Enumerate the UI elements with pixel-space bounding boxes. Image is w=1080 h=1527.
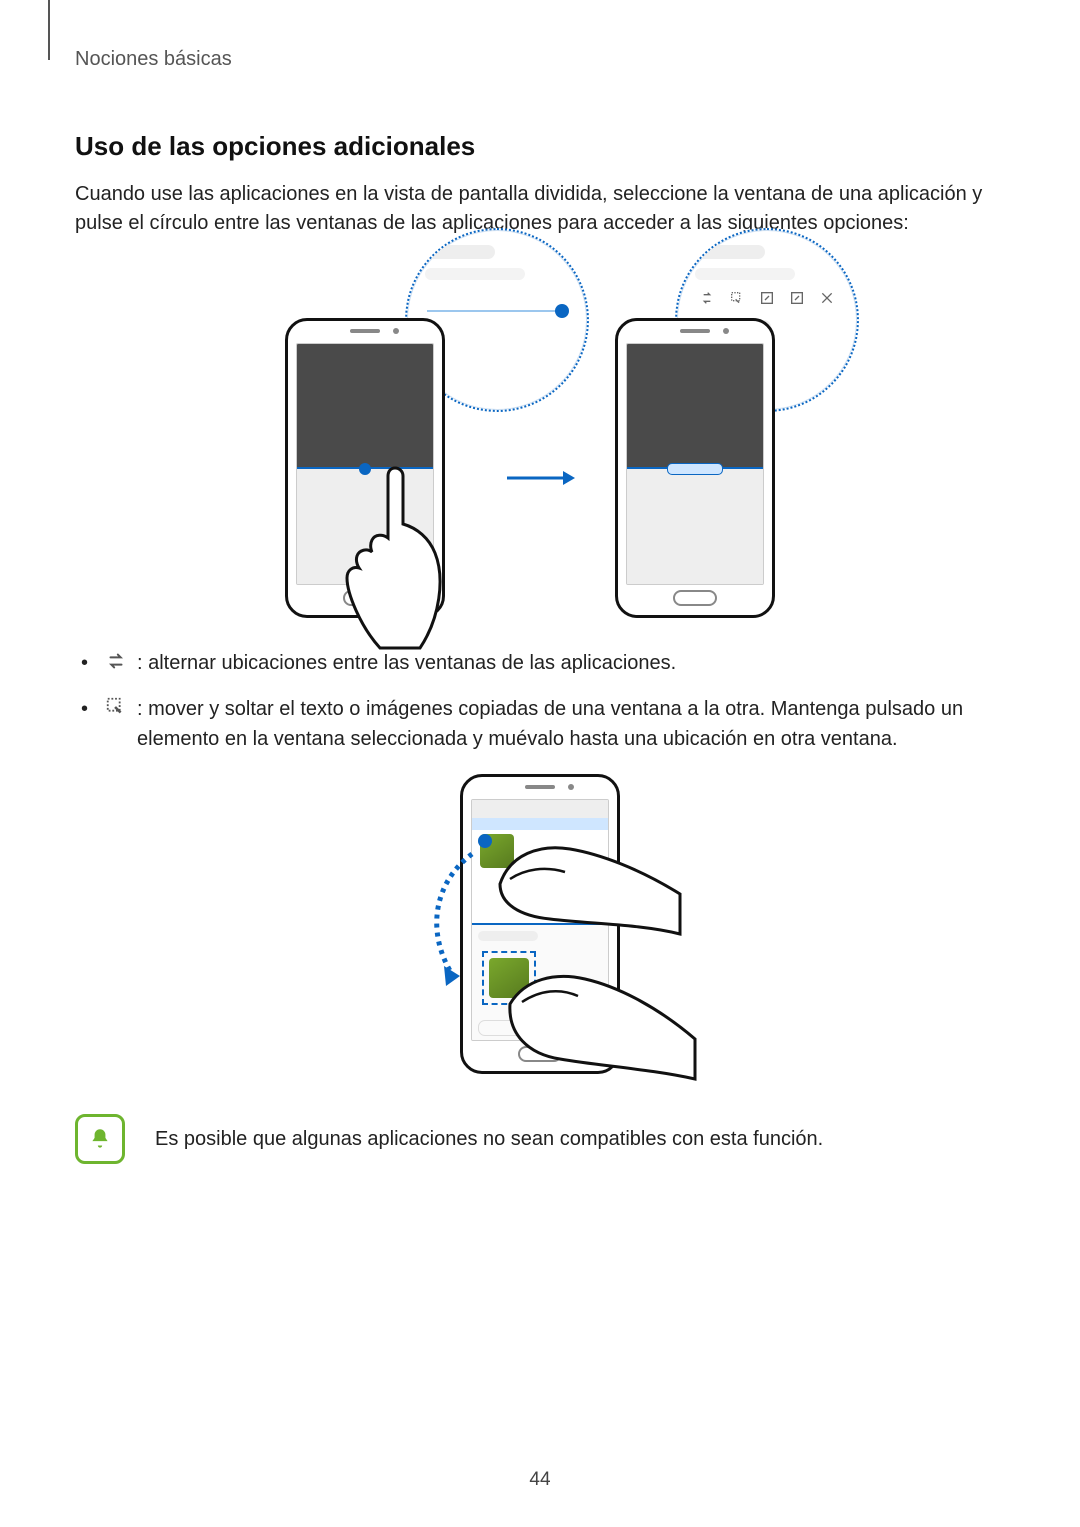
header-rule [48, 0, 50, 60]
note-bell-icon [75, 1114, 125, 1164]
close-icon [819, 290, 835, 306]
phone-after [615, 318, 775, 618]
figure-split-options [75, 258, 1005, 618]
options-list: : alternar ubicaciones entre las ventana… [75, 648, 1005, 754]
page-number: 44 [0, 1469, 1080, 1491]
list-item-text: : mover y soltar el texto o imágenes cop… [137, 698, 963, 750]
note-block: Es posible que algunas aplicaciones no s… [75, 1114, 1005, 1164]
split-toolbar [692, 290, 842, 306]
minimize-icon [759, 290, 775, 306]
list-item: : mover y soltar el texto o imágenes cop… [75, 694, 1005, 754]
figure-drag-drop [75, 774, 1005, 1074]
phone-after-wrap [615, 258, 795, 618]
drag-copy-icon [729, 290, 745, 306]
manual-page: Nociones básicas Uso de las opciones adi… [0, 0, 1080, 1527]
hand-hold-icon [490, 824, 690, 944]
drag-copy-icon [105, 696, 127, 718]
phone-before-wrap [285, 258, 465, 618]
arrow-right-icon [505, 468, 575, 488]
list-item-text: : alternar ubicaciones entre las ventana… [137, 652, 676, 674]
maximize-icon [789, 290, 805, 306]
swap-icon [699, 290, 715, 306]
swap-icon [105, 650, 127, 672]
breadcrumb: Nociones básicas [75, 48, 1005, 71]
hand-drop-icon [500, 954, 700, 1084]
list-item: : alternar ubicaciones entre las ventana… [75, 648, 1005, 678]
drag-path-arrow-icon [422, 844, 492, 994]
hand-tap-icon [325, 458, 465, 678]
note-text: Es posible que algunas aplicaciones no s… [155, 1128, 823, 1151]
intro-paragraph: Cuando use las aplicaciones en la vista … [75, 180, 1005, 238]
section-heading: Uso de las opciones adicionales [75, 131, 1005, 162]
